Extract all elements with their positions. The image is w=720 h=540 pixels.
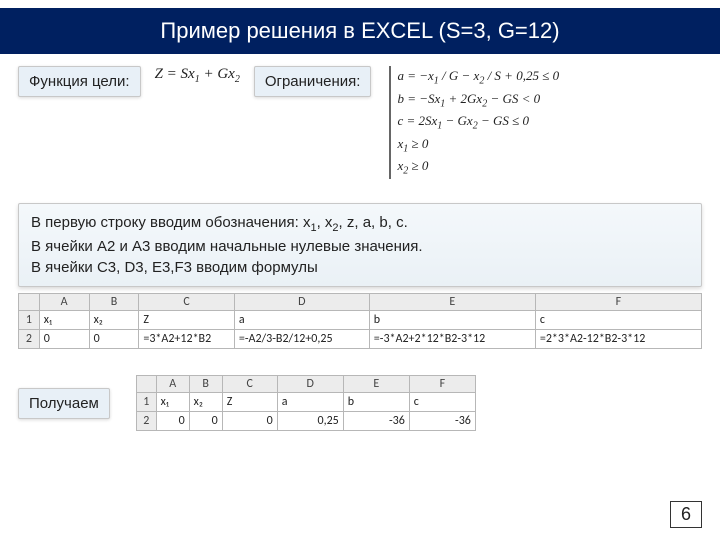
objective-formula: Z = Sx1 + Gx2	[155, 66, 240, 85]
result-label: Получаем	[18, 388, 110, 419]
objective-label: Функция цели:	[18, 66, 141, 97]
result-row: Получаем ABCDEF1x₁x₂Zabc20000,25-36-36	[18, 375, 702, 431]
excel-table-values: ABCDEF1x₁x₂Zabc20000,25-36-36	[136, 375, 476, 431]
slide-title: Пример решения в EXCEL (S=3, G=12)	[160, 18, 559, 43]
page-number: 6	[670, 501, 702, 528]
title-bar: Пример решения в EXCEL (S=3, G=12)	[0, 8, 720, 54]
instructions-text: В первую строку вводим обозначения: x1, …	[18, 203, 702, 287]
constraints-label: Ограничения:	[254, 66, 372, 97]
definitions-row: Функция цели: Z = Sx1 + Gx2 Ограничения:…	[18, 66, 702, 179]
constraints-formulas: a = −x1 / G − x2 / S + 0,25 ≤ 0b = −Sx1 …	[389, 66, 559, 179]
excel-table-formulas: ABCDEF1x₁x₂Zabc200=3*A2+12*B2=-A2/3-B2/1…	[18, 293, 702, 349]
slide: Пример решения в EXCEL (S=3, G=12) Функц…	[0, 0, 720, 540]
